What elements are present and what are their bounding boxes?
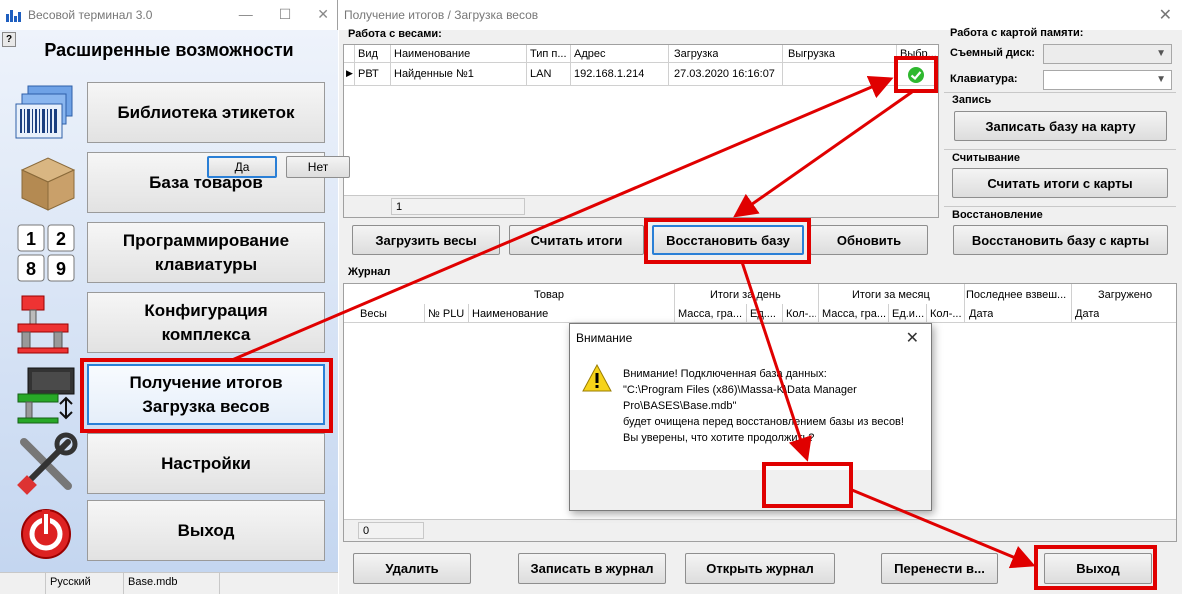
labels-library-icon: [15, 85, 73, 139]
close-icon[interactable]: ✕: [1159, 5, 1172, 25]
panel-title: Расширенные возможности: [44, 40, 294, 60]
minimize-icon[interactable]: —: [239, 6, 253, 23]
dialog-message: Внимание! Подключенная база данных: "C:\…: [623, 368, 904, 444]
highlight-check: [894, 56, 938, 93]
col-plu[interactable]: № PLU: [428, 308, 464, 320]
cell-address: 192.168.1.214: [574, 68, 645, 80]
close-icon[interactable]: ✕: [906, 328, 919, 348]
scales-row-count: 1: [391, 198, 525, 215]
warning-dialog: Внимание ✕ Внимание! Подключенная база д…: [207, 156, 932, 511]
restore-db-from-card-button[interactable]: Восстановить базу с карты: [953, 225, 1168, 255]
read-group-label: Считывание: [952, 152, 1020, 164]
col-name[interactable]: Наименование: [394, 48, 470, 60]
close-icon[interactable]: ✕: [317, 6, 329, 23]
keyboard-select[interactable]: ▼: [1043, 70, 1172, 90]
scales-transfer-icon: [17, 367, 75, 424]
settings-button[interactable]: Настройки: [87, 433, 325, 494]
status-database: Base.mdb: [124, 573, 220, 594]
cell-name: Найденные №1: [394, 68, 474, 80]
col-month-qty[interactable]: Кол-...: [930, 308, 964, 320]
write-db-to-card-button[interactable]: Записать базу на карту: [954, 111, 1167, 141]
dialog-footer: Да Нет: [207, 156, 931, 510]
highlight-exit-button: [1034, 545, 1157, 590]
load-scales-button[interactable]: Загрузить весы: [352, 225, 500, 255]
write-journal-button[interactable]: Записать в журнал: [518, 553, 666, 584]
chevron-down-icon: ▼: [1156, 48, 1166, 59]
highlight-restore-button: [644, 218, 811, 264]
settings-tools-icon: [17, 432, 78, 495]
configuration-scales-icon: [17, 295, 69, 354]
delete-button[interactable]: Удалить: [353, 553, 471, 584]
col-kind[interactable]: Вид: [358, 48, 378, 60]
keyboard-programming-button[interactable]: Программирование клавиатуры: [87, 222, 325, 283]
col-last-date[interactable]: Дата: [969, 308, 993, 320]
totals-window-title: Получение итогов / Загрузка весов: [344, 8, 539, 22]
maximize-icon[interactable]: ☐: [279, 6, 292, 23]
group-day-totals: Итоги за день: [710, 289, 781, 301]
key-1: 1: [26, 229, 36, 249]
scales-grid: Вид Наименование Тип п... Адрес Загрузка…: [343, 44, 939, 218]
scales-section-label: Работа с весами:: [348, 28, 442, 40]
col-scales[interactable]: Весы: [360, 308, 387, 320]
col-load[interactable]: Загрузка: [674, 48, 718, 60]
read-totals-from-card-button[interactable]: Считать итоги с карты: [952, 168, 1168, 198]
no-button[interactable]: Нет: [286, 156, 350, 178]
main-statusbar: Русский Base.mdb: [0, 572, 338, 594]
chevron-down-icon: ▼: [1156, 74, 1166, 85]
memory-card-label: Работа с картой памяти:: [950, 27, 1084, 39]
removable-disk-label: Съемный диск:: [950, 47, 1035, 59]
app-logo-icon: [6, 8, 22, 22]
main-window-title: Весовой терминал 3.0: [28, 8, 153, 22]
col-day-qty[interactable]: Кол-...: [786, 308, 816, 320]
journal-label: Журнал: [348, 266, 391, 278]
restore-group-label: Восстановление: [952, 209, 1043, 221]
read-totals-button[interactable]: Считать итоги: [509, 225, 644, 255]
group-last-weighing: Последнее взвеш...: [966, 289, 1067, 301]
col-item-name[interactable]: Наименование: [472, 308, 548, 320]
row-pointer-icon: ▶: [346, 68, 353, 78]
col-type[interactable]: Тип п...: [530, 48, 570, 60]
col-month-unit[interactable]: Ед.и...: [892, 308, 926, 320]
cell-kind: РВТ: [358, 68, 379, 80]
cell-type: LAN: [530, 68, 552, 80]
dialog-title: Внимание: [576, 331, 633, 345]
key-9: 9: [56, 259, 66, 279]
col-unload[interactable]: Выгрузка: [788, 48, 835, 60]
complex-configuration-button[interactable]: Конфигурация комплекса: [87, 292, 325, 353]
cell-load: 27.03.2020 16:16:07: [674, 68, 775, 80]
key-2: 2: [56, 229, 66, 249]
totals-titlebar: Получение итогов / Загрузка весов ✕: [339, 0, 1182, 30]
col-address[interactable]: Адрес: [574, 48, 606, 60]
keypad-icon: 1 2 8 9: [17, 224, 75, 282]
removable-disk-select[interactable]: ▼: [1043, 44, 1172, 64]
group-loaded: Загружено: [1098, 289, 1153, 301]
col-day-unit[interactable]: Ед....: [750, 308, 782, 320]
refresh-button[interactable]: Обновить: [810, 225, 928, 255]
warning-icon: [582, 364, 612, 392]
group-product: Товар: [534, 289, 564, 301]
col-month-mass[interactable]: Масса, гра...: [822, 308, 888, 320]
main-exit-button[interactable]: Выход: [87, 500, 325, 561]
transfer-button[interactable]: Перенести в...: [881, 553, 998, 584]
keyboard-label: Клавиатура:: [950, 73, 1018, 85]
product-box-icon: [20, 157, 76, 211]
key-8: 8: [26, 259, 36, 279]
highlight-totals-button: [80, 358, 333, 433]
group-month-totals: Итоги за месяц: [852, 289, 930, 301]
status-language: Русский: [46, 573, 124, 594]
open-journal-button[interactable]: Открыть журнал: [685, 553, 835, 584]
highlight-yes-button: [762, 462, 853, 508]
col-day-mass[interactable]: Масса, гра...: [678, 308, 748, 320]
main-titlebar: Весовой терминал 3.0 — ☐ ✕: [0, 0, 337, 30]
write-group-label: Запись: [952, 94, 992, 106]
col-loaded-date[interactable]: Дата: [1075, 308, 1099, 320]
labels-library-button[interactable]: Библиотека этикеток: [87, 82, 325, 143]
power-exit-icon: [21, 509, 71, 559]
journal-row-count: 0: [358, 522, 424, 539]
yes-button[interactable]: Да: [207, 156, 277, 178]
table-row[interactable]: ▶ РВТ Найденные №1 LAN 192.168.1.214 27.…: [344, 64, 938, 85]
